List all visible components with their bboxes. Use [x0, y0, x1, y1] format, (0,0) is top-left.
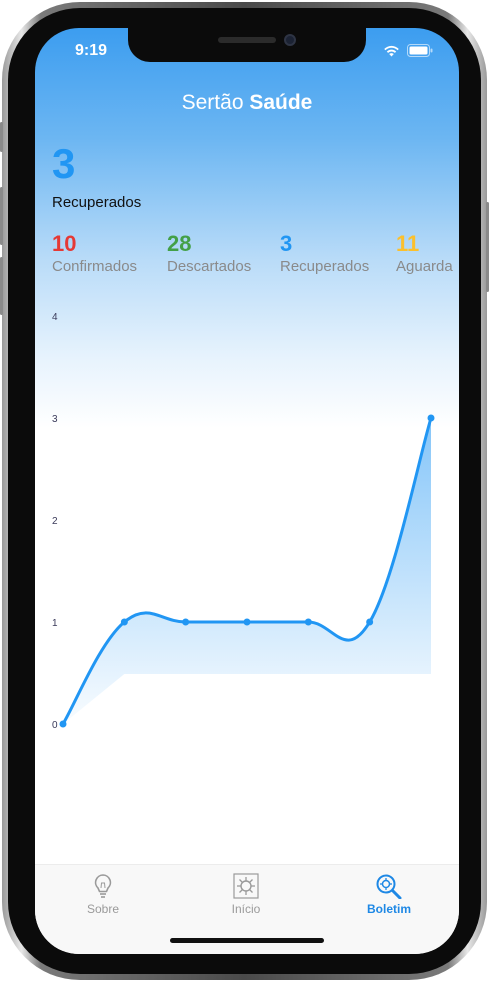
chart-area-fill [63, 418, 431, 724]
status-time: 9:19 [75, 42, 108, 59]
status-icons [383, 42, 433, 58]
y-tick-label: 4 [52, 312, 58, 323]
tab-inicio[interactable]: Início [196, 873, 296, 916]
chart-point[interactable] [366, 618, 374, 626]
tab-label: Início [231, 902, 261, 916]
chart-point[interactable] [427, 414, 435, 422]
chart-point[interactable] [182, 618, 190, 626]
battery-icon [407, 43, 433, 57]
stat-recuperados[interactable]: 3 Recuperados [280, 231, 369, 277]
app-title: Sertão Saúde [35, 91, 459, 115]
y-tick-label: 3 [52, 414, 58, 425]
volume-up-button [0, 187, 3, 245]
y-axis-ticks: 0 1 2 3 4 [52, 312, 58, 731]
y-tick-label: 0 [52, 720, 58, 731]
stat-label: Recuperados [280, 258, 370, 275]
chart-point[interactable] [120, 618, 128, 626]
stat-value: 28 [167, 231, 192, 256]
app-title-bold: Saúde [249, 91, 313, 114]
stat-aguarda[interactable]: 11 Aguarda [396, 231, 453, 277]
tab-label: Boletim [366, 902, 411, 916]
stat-confirmados[interactable]: 10 Confirmados [52, 231, 137, 277]
stat-value: 11 [396, 231, 420, 256]
y-tick-label: 1 [52, 618, 58, 629]
highlight-label: Recuperados [52, 194, 142, 211]
search-virus-icon [376, 874, 402, 899]
y-tick-label: 2 [52, 516, 58, 527]
highlight-value: 3 [52, 140, 76, 187]
chart-point[interactable] [59, 720, 67, 728]
chart-point[interactable] [304, 618, 312, 626]
virus-icon [233, 873, 259, 899]
app-title-light: Sertão [181, 91, 244, 114]
tab-label: Sobre [86, 902, 120, 916]
recovered-line-chart: 01234 23/426/426/427/429/429/41/5 [52, 312, 435, 731]
wifi-icon [384, 45, 399, 56]
stat-label: Confirmados [52, 258, 138, 275]
stat-value: 3 [280, 231, 293, 256]
app-screen: 9:19 Sertão Saúde 3 Recuperados 10 Confi… [35, 28, 459, 954]
front-camera [284, 34, 296, 46]
volume-down-button [0, 257, 3, 315]
notch [128, 28, 366, 62]
stat-descartados[interactable]: 28 Descartados [167, 231, 251, 277]
speaker-grille [218, 37, 276, 43]
stat-label: Aguarda [396, 258, 453, 275]
tab-sobre[interactable]: Sobre [53, 873, 153, 916]
home-indicator[interactable] [170, 938, 324, 943]
chart-point[interactable] [243, 618, 251, 626]
lightbulb-icon [94, 874, 112, 898]
stat-value: 10 [52, 231, 77, 256]
stat-label: Descartados [167, 258, 252, 275]
mute-switch [0, 122, 3, 152]
tab-boletim[interactable]: Boletim [339, 873, 439, 916]
